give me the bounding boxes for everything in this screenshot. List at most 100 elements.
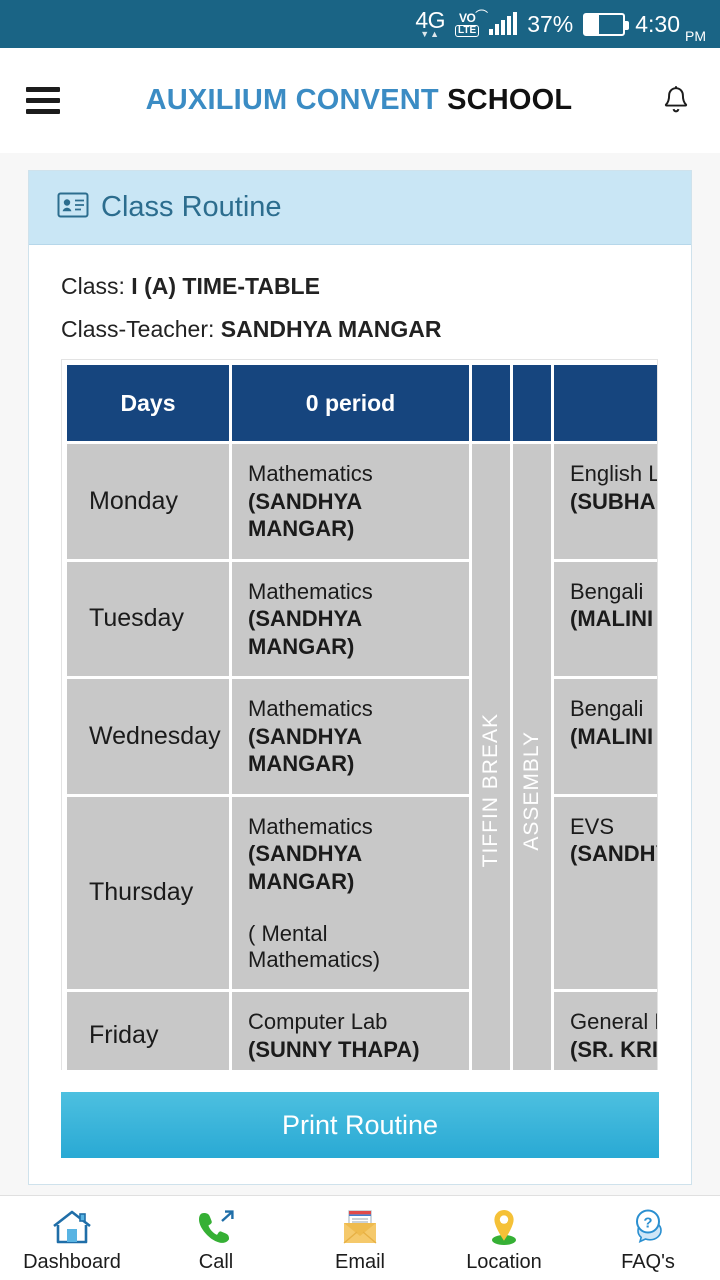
cell-tiffin-break: TIFFIN BREAK <box>472 444 510 1070</box>
teacher-value: SANDHYA MANGAR <box>220 316 442 342</box>
envelope-icon <box>338 1203 382 1247</box>
subject-name: EVS <box>570 813 615 839</box>
class-value: I (A) TIME-TABLE <box>131 273 320 299</box>
cell-day: Thursday <box>67 796 229 989</box>
page-content: Class Routine Class: I (A) TIME-TABLE Cl… <box>0 153 720 1195</box>
signal-strength-icon <box>489 12 518 35</box>
home-icon <box>50 1203 94 1247</box>
cell-day: Friday <box>67 992 229 1070</box>
clock-time: 4:30 <box>635 10 680 37</box>
nav-item-email[interactable]: Email <box>288 1203 432 1274</box>
subject-name: Mathematics <box>248 813 373 839</box>
battery-percent-label: 37% <box>527 10 574 37</box>
print-button-wrap: Print Routine <box>29 1070 691 1184</box>
cell-period-0: Computer Lab (SUNNY THAPA) <box>232 992 469 1070</box>
subject-teacher: (SUBHANG <box>570 488 657 514</box>
subject-name: Mathematics <box>248 461 373 486</box>
subject-name: Bengali <box>570 578 644 604</box>
subject-teacher: (SANDHYA <box>570 841 657 866</box>
teacher-info-line: Class-Teacher: SANDHYA MANGAR <box>61 316 659 343</box>
phone-call-icon <box>194 1203 238 1247</box>
app-title-secondary: SCHOOL <box>447 84 573 116</box>
subject-name: General Kno <box>570 1009 657 1034</box>
app-screen: 4G ▼▲ VO LTE ⌒ 37% 4:30 PM AUXILIUM CONV… <box>0 0 720 1280</box>
svg-text:?: ? <box>643 1214 652 1231</box>
page-title: AUXILIUM CONVENT SCHOOL <box>60 84 658 117</box>
network-type-indicator: 4G ▼▲ <box>415 9 445 39</box>
card-body: Class: I (A) TIME-TABLE Class-Teacher: S… <box>29 245 691 1070</box>
cell-period-0: Mathematics (SANDHYA MANGAR) ( Mental Math… <box>232 796 469 989</box>
class-label: Class: <box>61 273 125 299</box>
table-row: Monday Mathematics (SANDHYA MANGAR) TIFFIN … <box>67 444 657 1070</box>
hamburger-menu-icon[interactable] <box>26 87 60 114</box>
cell-period-1: General Kno(SR. KRISD <box>554 992 658 1070</box>
notification-bell-icon[interactable] <box>658 83 694 119</box>
cell-period-1: EVS(SANDHYA <box>554 796 657 989</box>
assembly-label: ASSEMBLY <box>520 730 543 851</box>
bottom-navigation-bar: Dashboard Call Email Location ? FAQ's <box>0 1195 720 1280</box>
nav-label-call: Call <box>198 1250 234 1273</box>
table-row: Tuesday Mathematics (SANDHYA MANGAR) Bengal… <box>67 561 657 676</box>
cell-period-0: Mathematics (SANDHYA MANGAR) <box>232 444 469 559</box>
cell-day: Monday <box>67 444 229 559</box>
nav-label-faqs: FAQ's <box>621 1250 675 1273</box>
volte-icon: VO LTE ⌒ <box>455 10 488 37</box>
subject-teacher: (SANDHYA MANGAR) <box>248 841 362 894</box>
volte-vo-label: VO <box>458 10 476 25</box>
class-info-line: Class: I (A) TIME-TABLE <box>61 273 659 300</box>
routine-table-scroll[interactable]: Days 0 period 1st 2nd MondayMathematics(… <box>61 359 658 1070</box>
subject-name: Mathematics <box>248 696 373 721</box>
routine-table-body: Monday Mathematics (SANDHYA MANGAR) TIFFIN … <box>67 444 658 1070</box>
column-header-period-0: 0 period <box>232 365 469 441</box>
table-row: Thursday Mathematics (SANDHYA MANGAR) ( Men… <box>67 796 657 989</box>
cell-period-1: English Lite(SUBHANG <box>554 444 657 559</box>
status-bar: 4G ▼▲ VO LTE ⌒ 37% 4:30 PM <box>0 0 720 48</box>
nav-label-email: Email <box>334 1250 385 1273</box>
routine-table: Days 0 period 1st 2nd MondayMathematics(… <box>64 362 658 1070</box>
subject-name: Bengali <box>570 696 644 721</box>
subject-extra: ( Mental Mathematics) <box>248 921 381 972</box>
id-card-icon <box>57 192 89 223</box>
table-header-row: Days 0 period 1st 2nd <box>67 365 657 441</box>
subject-teacher: (SANDHYA MANGAR) <box>248 488 362 542</box>
map-pin-icon <box>482 1203 526 1247</box>
class-routine-card: Class Routine Class: I (A) TIME-TABLE Cl… <box>28 170 692 1185</box>
battery-icon <box>583 12 630 36</box>
table-row: FridayComputer Lab(SUNNY THAPA)General K… <box>67 992 658 1070</box>
question-chat-icon: ? <box>626 1203 670 1247</box>
subject-name: Mathematics <box>248 578 373 604</box>
nav-item-location[interactable]: Location <box>432 1203 576 1274</box>
subject-teacher: (SR. KRISD <box>570 1036 658 1062</box>
app-title-primary: AUXILIUM CONVENT <box>145 84 439 116</box>
nav-item-call[interactable]: Call <box>144 1203 288 1274</box>
column-header-days: Days <box>67 365 229 441</box>
cell-period-1: Bengali(MALINI DU <box>554 561 657 676</box>
card-header-title: Class Routine <box>101 191 282 223</box>
nav-item-faqs[interactable]: ? FAQ's <box>576 1203 720 1274</box>
subject-teacher: (SANDHYA MANGAR) <box>248 606 362 659</box>
subject-teacher: (MALINI DU <box>570 723 657 749</box>
card-header: Class Routine <box>29 171 691 245</box>
column-header-tiffin <box>472 365 510 441</box>
subject-teacher: (MALINI DU <box>570 606 657 631</box>
volte-waves-icon: ⌒ <box>475 8 489 24</box>
data-arrows-icon: ▼▲ <box>420 29 441 39</box>
print-routine-button[interactable]: Print Routine <box>61 1092 659 1158</box>
cell-period-1: Bengali(MALINI DU <box>554 679 657 794</box>
teacher-label: Class-Teacher: <box>61 316 215 342</box>
cell-period-0: Mathematics (SANDHYA MANGAR) <box>232 561 469 676</box>
nav-label-location: Location <box>466 1250 542 1273</box>
clock-ampm: PM <box>685 28 706 44</box>
column-header-period-1: 1st <box>554 365 657 441</box>
column-header-assembly <box>513 365 551 441</box>
cell-assembly: ASSEMBLY <box>513 444 551 1070</box>
subject-teacher: (SUNNY THAPA) <box>248 1036 420 1062</box>
cell-day: Wednesday <box>67 679 229 794</box>
nav-item-dashboard[interactable]: Dashboard <box>0 1203 144 1274</box>
subject-teacher: (SANDHYA MANGAR) <box>248 723 362 777</box>
volte-lte-label: LTE <box>455 24 480 37</box>
subject-name: English Lite <box>570 461 657 486</box>
tiffin-break-label: TIFFIN BREAK <box>479 713 502 868</box>
cell-day: Tuesday <box>67 561 229 676</box>
subject-name: Computer Lab <box>248 1009 388 1034</box>
